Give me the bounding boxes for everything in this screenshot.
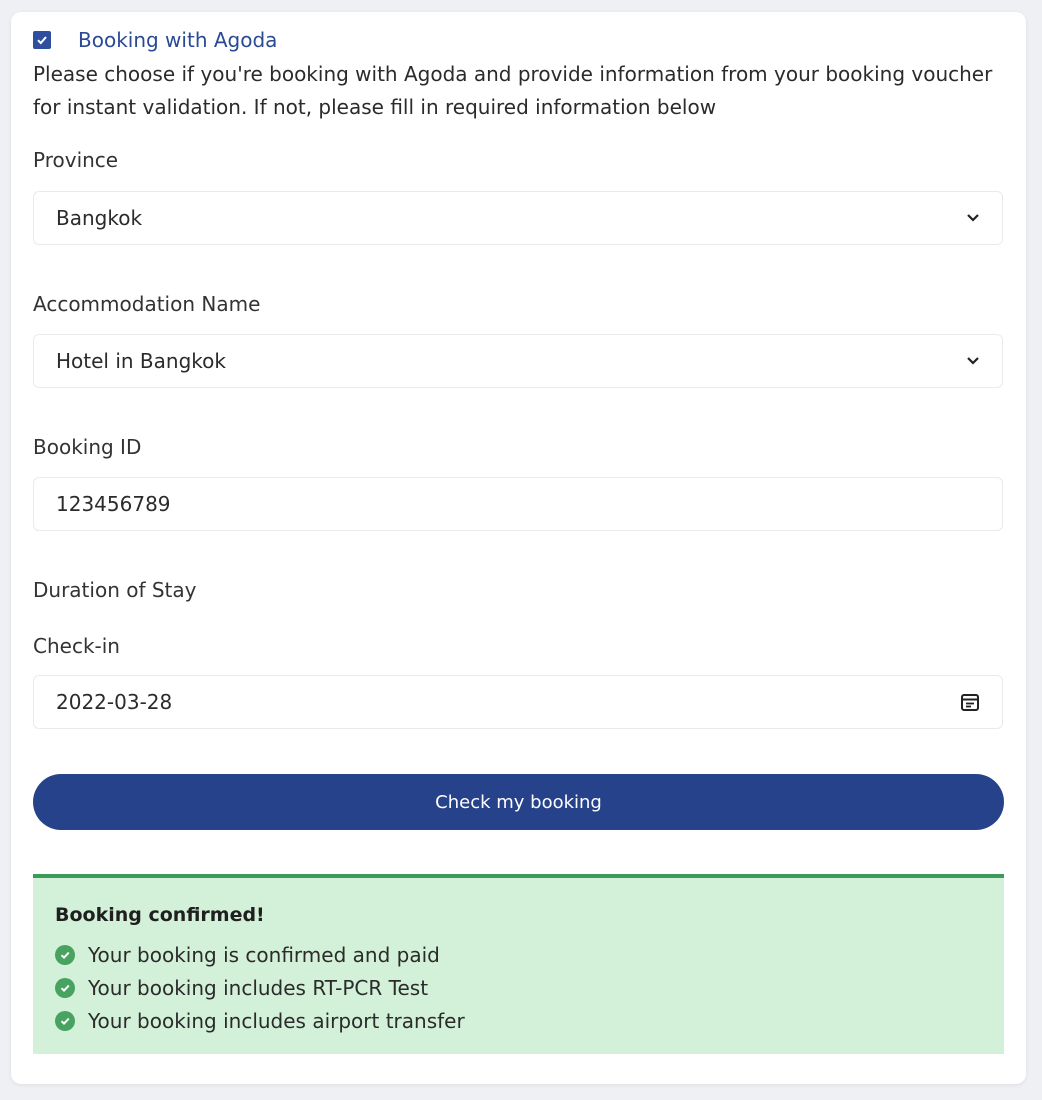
booking-id-value: 123456789 <box>56 492 171 516</box>
booking-id-label: Booking ID <box>33 435 142 459</box>
agoda-description: Please choose if you're booking with Ago… <box>33 62 993 119</box>
accommodation-value: Hotel in Bangkok <box>56 349 226 373</box>
accommodation-select[interactable]: Hotel in Bangkok <box>33 334 1003 388</box>
check-circle-icon <box>55 1010 75 1031</box>
alert-item-text: Your booking includes RT-PCR Test <box>88 975 429 1000</box>
check-booking-button[interactable]: Check my booking <box>33 774 1004 830</box>
chevron-down-icon <box>964 209 982 227</box>
province-value: Bangkok <box>56 206 143 230</box>
calendar-icon[interactable] <box>958 690 982 714</box>
agoda-checkbox-row[interactable]: Booking with Agoda <box>33 28 277 52</box>
check-circle-icon <box>55 977 75 998</box>
booking-form-card: Booking with Agoda Please choose if you'… <box>11 12 1026 1084</box>
alert-title: Booking confirmed! <box>55 904 265 926</box>
alert-item: Your booking includes airport transfer <box>55 1004 982 1037</box>
checkin-value: 2022-03-28 <box>56 690 173 714</box>
accommodation-label: Accommodation Name <box>33 292 261 316</box>
chevron-down-icon <box>964 352 982 370</box>
check-circle-icon <box>55 944 75 965</box>
booking-confirmed-alert: Booking confirmed! Your booking is confi… <box>33 874 1004 1054</box>
province-label: Province <box>33 148 119 172</box>
booking-id-input[interactable]: 123456789 <box>33 477 1003 531</box>
agoda-checkbox-label[interactable]: Booking with Agoda <box>78 28 277 52</box>
checkin-label: Check-in <box>33 634 120 658</box>
alert-item-text: Your booking is confirmed and paid <box>88 942 440 967</box>
alert-item: Your booking includes RT-PCR Test <box>55 971 982 1004</box>
duration-of-stay-heading: Duration of Stay <box>33 578 197 602</box>
province-select[interactable]: Bangkok <box>33 191 1003 245</box>
checkbox-checked-icon[interactable] <box>33 31 51 49</box>
alert-item-text: Your booking includes airport transfer <box>88 1008 465 1033</box>
alert-item: Your booking is confirmed and paid <box>55 938 982 971</box>
checkin-date-input[interactable]: 2022-03-28 <box>33 675 1003 729</box>
